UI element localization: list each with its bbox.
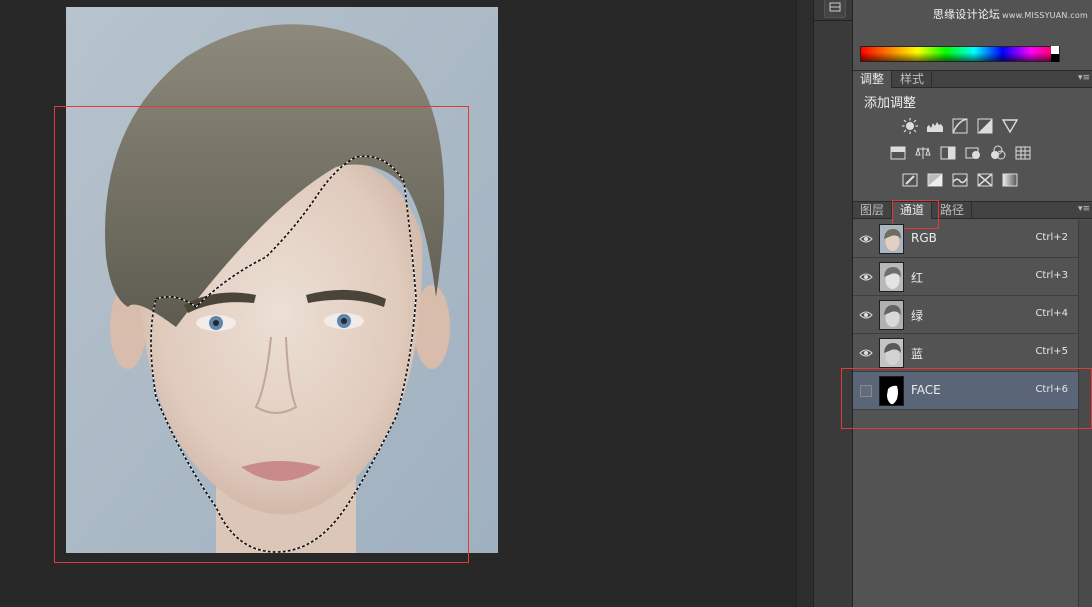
- eye-icon[interactable]: [859, 232, 873, 246]
- eye-icon[interactable]: [859, 270, 873, 284]
- color-lookup-icon[interactable]: [1014, 144, 1032, 162]
- gradient-map-icon[interactable]: [1001, 171, 1019, 189]
- black-white-icon[interactable]: [939, 144, 957, 162]
- eye-icon[interactable]: [859, 346, 873, 360]
- brightness-contrast-icon[interactable]: [901, 117, 919, 135]
- photo-filter-icon[interactable]: [964, 144, 982, 162]
- panel-grid-icon: [829, 2, 841, 12]
- right-panel: 思缘设计论坛 www.MISSYUAN.com 调整 样式 ▾≡ 添加调整 图层…: [841, 0, 1092, 607]
- adjustment-row-3: [901, 171, 1019, 189]
- invert-icon[interactable]: [901, 171, 919, 189]
- channel-thumbnail: [879, 224, 904, 254]
- visibility-checkbox[interactable]: [860, 385, 872, 397]
- exposure-icon[interactable]: [976, 117, 994, 135]
- selective-color-icon[interactable]: [976, 171, 994, 189]
- posterize-icon[interactable]: [926, 171, 944, 189]
- channel-row-face[interactable]: FACE Ctrl+6: [853, 372, 1078, 410]
- collapsed-panel-strip: [813, 0, 854, 607]
- black-white-swatch[interactable]: [1051, 46, 1059, 62]
- hue-saturation-icon[interactable]: [889, 144, 907, 162]
- channel-thumbnail: [879, 376, 904, 406]
- channel-name: 蓝: [911, 347, 924, 361]
- portrait-photo[interactable]: [66, 7, 498, 553]
- channel-row-blue[interactable]: 蓝 Ctrl+5: [853, 334, 1078, 372]
- curves-icon[interactable]: [951, 117, 969, 135]
- levels-icon[interactable]: [926, 117, 944, 135]
- threshold-icon[interactable]: [951, 171, 969, 189]
- tab-styles[interactable]: 样式: [893, 71, 933, 88]
- document-canvas[interactable]: [0, 0, 796, 607]
- vibrance-icon[interactable]: [1001, 117, 1019, 135]
- channel-shortcut: Ctrl+4: [1035, 308, 1068, 319]
- channel-mixer-icon[interactable]: [989, 144, 1007, 162]
- eye-icon[interactable]: [859, 308, 873, 322]
- color-balance-icon[interactable]: [914, 144, 932, 162]
- tab-paths[interactable]: 路径: [933, 202, 973, 219]
- channel-shortcut: Ctrl+5: [1035, 346, 1068, 357]
- channel-row-red[interactable]: 红 Ctrl+3: [853, 258, 1078, 296]
- layers-tabbar: 图层 通道 路径 ▾≡: [853, 201, 1092, 219]
- tab-layers[interactable]: 图层: [853, 202, 893, 219]
- channel-thumbnail: [879, 338, 904, 368]
- watermark: 思缘设计论坛 www.MISSYUAN.com: [932, 8, 1088, 21]
- channel-shortcut: Ctrl+6: [1035, 384, 1068, 395]
- channel-list-scrollbar[interactable]: [1078, 220, 1092, 607]
- channel-row-rgb[interactable]: RGB Ctrl+2: [853, 220, 1078, 258]
- channel-name: 绿: [911, 309, 924, 323]
- channel-shortcut: Ctrl+2: [1035, 232, 1068, 243]
- channel-shortcut: Ctrl+3: [1035, 270, 1068, 281]
- channel-row-green[interactable]: 绿 Ctrl+4: [853, 296, 1078, 334]
- channel-thumbnail: [879, 300, 904, 330]
- channel-name: RGB: [911, 231, 937, 245]
- tab-channels[interactable]: 通道: [893, 202, 933, 219]
- panel-toggle-button[interactable]: [824, 0, 846, 18]
- adjustment-row-2: [889, 144, 1032, 162]
- channel-name: FACE: [911, 383, 941, 397]
- photoshop-window: 思缘设计论坛 www.MISSYUAN.com 调整 样式 ▾≡ 添加调整 图层…: [0, 0, 1092, 607]
- panel-gutter: [796, 0, 813, 607]
- color-spectrum[interactable]: [860, 46, 1060, 62]
- panel-menu-icon[interactable]: ▾≡: [1078, 73, 1090, 83]
- channel-thumbnail: [879, 262, 904, 292]
- add-adjustment-label: 添加调整: [864, 96, 917, 111]
- adjustments-tabbar: 调整 样式 ▾≡: [853, 70, 1092, 88]
- channel-name: 红: [911, 271, 924, 285]
- tab-adjustments[interactable]: 调整: [853, 71, 893, 88]
- adjustment-row-1: [901, 117, 1019, 135]
- panel-menu-icon[interactable]: ▾≡: [1078, 204, 1090, 214]
